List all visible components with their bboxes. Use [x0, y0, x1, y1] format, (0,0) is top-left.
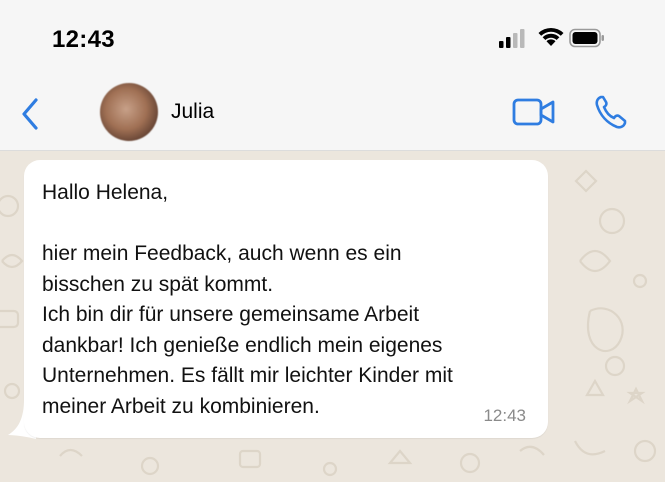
- message-timestamp: 12:43: [483, 406, 526, 425]
- chat-header: Julia: [0, 78, 665, 151]
- status-time: 12:43: [52, 26, 115, 53]
- chat-area[interactable]: Hallo Helena, hier mein Feedback, auch w…: [0, 151, 665, 482]
- signal-icon: [499, 29, 525, 48]
- avatar[interactable]: [100, 83, 158, 141]
- phone-icon[interactable]: [594, 94, 628, 130]
- wifi-icon: [538, 27, 564, 46]
- message-bubble[interactable]: Hallo Helena, hier mein Feedback, auch w…: [24, 160, 548, 438]
- contact-name[interactable]: Julia: [171, 100, 214, 124]
- video-camera-icon[interactable]: [512, 96, 556, 128]
- battery-icon: [569, 28, 604, 48]
- message-text: Hallo Helena, hier mein Feedback, auch w…: [42, 181, 453, 418]
- back-button[interactable]: [18, 96, 44, 132]
- status-bar: 12:43: [0, 0, 665, 78]
